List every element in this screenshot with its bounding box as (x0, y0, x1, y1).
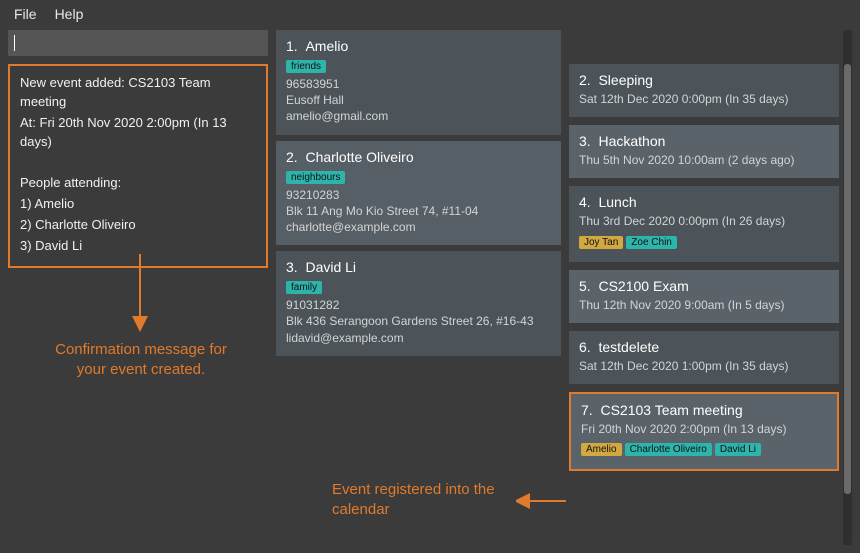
event-title: 5. CS2100 Exam (579, 278, 829, 294)
menu-file[interactable]: File (14, 6, 37, 22)
event-card[interactable]: 2. Sleeping Sat 12th Dec 2020 0:00pm (In … (569, 64, 839, 117)
left-column: New event added: CS2103 Team meeting At:… (8, 30, 268, 545)
person-detail: 91031282 (286, 297, 551, 313)
event-title: 4. Lunch (579, 194, 829, 210)
person-detail: 93210283 (286, 187, 551, 203)
result-display: New event added: CS2103 Team meeting At:… (8, 64, 268, 268)
main-area: New event added: CS2103 Team meeting At:… (0, 30, 860, 553)
tag: family (286, 281, 322, 294)
person-title: 1. Amelio (286, 38, 551, 54)
tag-row: friends (286, 57, 551, 76)
tag-row: family (286, 278, 551, 297)
event-title: 7. CS2103 Team meeting (581, 402, 827, 418)
tag-row: AmelioCharlotte OliveiroDavid Li (581, 440, 827, 459)
person-detail: Blk 436 Serangoon Gardens Street 26, #16… (286, 313, 551, 329)
event-card-highlighted[interactable]: 7. CS2103 Team meeting Fri 20th Nov 2020 … (569, 392, 839, 471)
person-title: 3. David Li (286, 259, 551, 275)
person-detail: Blk 11 Ang Mo Kio Street 74, #11-04 (286, 203, 551, 219)
result-line: 3) David Li (20, 237, 256, 256)
menu-help[interactable]: Help (55, 6, 84, 22)
tag-row: neighbours (286, 168, 551, 187)
result-line: 2) Charlotte Oliveiro (20, 216, 256, 235)
person-detail: lidavid@example.com (286, 330, 551, 346)
person-title: 2. Charlotte Oliveiro (286, 149, 551, 165)
command-input[interactable] (8, 30, 268, 56)
event-time: Thu 12th Nov 2020 9:00am (In 5 days) (579, 297, 829, 313)
event-time: Sat 12th Dec 2020 1:00pm (In 35 days) (579, 358, 829, 374)
text-cursor (14, 35, 15, 51)
scrollbar-thumb[interactable] (844, 64, 851, 494)
event-card[interactable]: 3. Hackathon Thu 5th Nov 2020 10:00am (2 … (569, 125, 839, 178)
event-title: 6. testdelete (579, 339, 829, 355)
event-time: Sat 12th Dec 2020 0:00pm (In 35 days) (579, 91, 829, 107)
tag: neighbours (286, 171, 345, 184)
events-list: 2. Sleeping Sat 12th Dec 2020 0:00pm (In … (569, 30, 839, 545)
person-detail: charlotte@example.com (286, 219, 551, 235)
event-card[interactable]: 4. Lunch Thu 3rd Dec 2020 0:00pm (In 26 d… (569, 186, 839, 261)
event-time: Thu 3rd Dec 2020 0:00pm (In 26 days) (579, 213, 829, 229)
events-scrollbar[interactable] (843, 30, 852, 545)
tag: friends (286, 60, 326, 73)
result-line (20, 153, 256, 172)
result-line: New event added: CS2103 Team meeting (20, 74, 256, 112)
event-title: 2. Sleeping (579, 72, 829, 88)
person-detail: Eusoff Hall (286, 92, 551, 108)
person-detail: amelio@gmail.com (286, 108, 551, 124)
event-time: Thu 5th Nov 2020 10:00am (2 days ago) (579, 152, 829, 168)
event-card[interactable]: 5. CS2100 Exam Thu 12th Nov 2020 9:00am (… (569, 270, 839, 323)
tag: Charlotte Oliveiro (625, 443, 712, 456)
person-card[interactable]: 1. Amelio friends 96583951Eusoff Hallameli… (276, 30, 561, 135)
person-detail: 96583951 (286, 76, 551, 92)
event-card[interactable]: 6. testdelete Sat 12th Dec 2020 1:00pm (I… (569, 331, 839, 384)
tag: David Li (715, 443, 761, 456)
tag: Zoe Chin (626, 236, 677, 249)
tag-row: Joy TanZoe Chin (579, 233, 829, 252)
result-line: 1) Amelio (20, 195, 256, 214)
menubar: File Help (0, 0, 860, 30)
person-card[interactable]: 3. David Li family 91031282Blk 436 Serango… (276, 251, 561, 356)
tag: Amelio (581, 443, 622, 456)
events-column: 2. Sleeping Sat 12th Dec 2020 0:00pm (In … (569, 30, 852, 545)
tag: Joy Tan (579, 236, 623, 249)
result-line: People attending: (20, 174, 256, 193)
result-line: At: Fri 20th Nov 2020 2:00pm (In 13 days… (20, 114, 256, 152)
people-list: 1. Amelio friends 96583951Eusoff Hallameli… (276, 30, 561, 545)
person-card[interactable]: 2. Charlotte Oliveiro neighbours 93210283B… (276, 141, 561, 246)
event-time: Fri 20th Nov 2020 2:00pm (In 13 days) (581, 421, 827, 437)
event-title: 3. Hackathon (579, 133, 829, 149)
